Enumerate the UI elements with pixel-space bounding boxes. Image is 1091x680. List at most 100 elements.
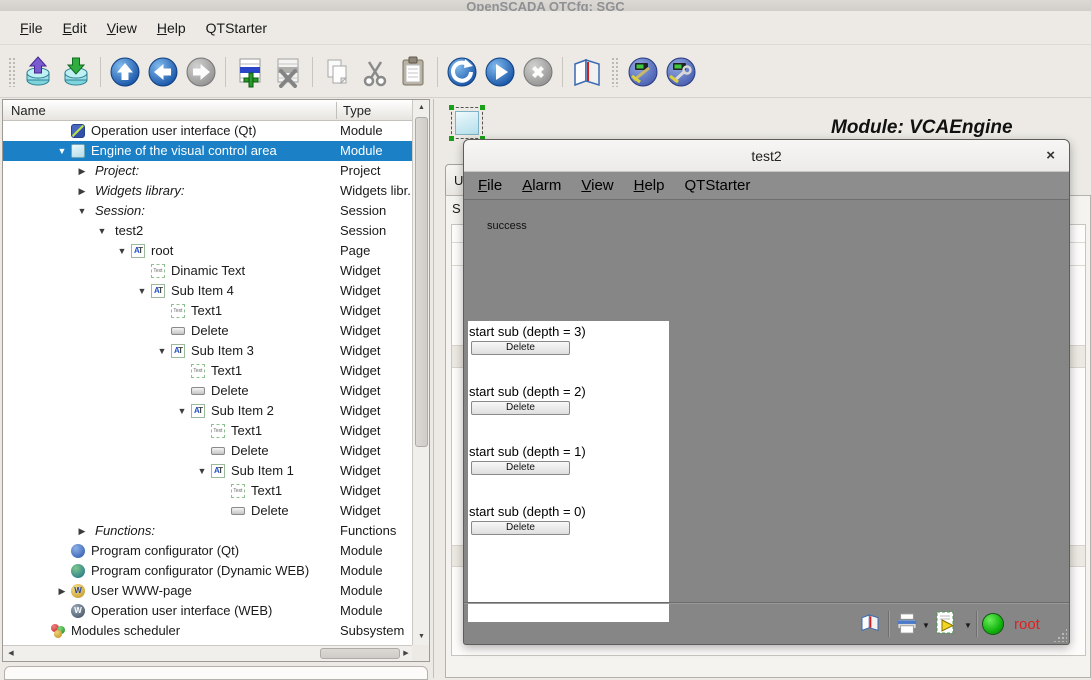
up-button[interactable] — [108, 55, 142, 89]
collapse-icon[interactable]: ▼ — [155, 341, 169, 361]
dialog-menu-file[interactable]: File — [468, 174, 512, 197]
dialog-menu-alarm[interactable]: Alarm — [512, 174, 571, 197]
next-button[interactable] — [184, 55, 218, 89]
tree-row-delete[interactable]: DeleteWidget — [3, 441, 413, 461]
delete-button[interactable]: Delete — [471, 401, 570, 415]
toolbar-drag-handle[interactable] — [8, 57, 15, 87]
tree-item-label: root — [151, 241, 173, 261]
toolbar-drag-handle[interactable] — [611, 57, 619, 87]
collapse-icon[interactable]: ▼ — [135, 281, 149, 301]
close-icon[interactable]: × — [1046, 147, 1055, 164]
manual-button[interactable] — [570, 55, 604, 89]
tree-row-delete[interactable]: DeleteWidget — [3, 381, 413, 401]
refresh-button[interactable] — [445, 55, 479, 89]
tree-item-label: Operation user interface (Qt) — [91, 121, 256, 141]
delete-item-button[interactable] — [271, 55, 305, 89]
main-menu-edit[interactable]: Edit — [53, 17, 97, 39]
export-dropdown-icon[interactable]: ▼ — [964, 621, 972, 630]
tree-horizontal-scrollbar[interactable]: ◀ ▶ — [3, 645, 414, 661]
tree-row-sub-item-2[interactable]: ▼ATSub Item 2Widget — [3, 401, 413, 421]
delete-button[interactable]: Delete — [471, 341, 570, 355]
resize-grip[interactable] — [1053, 628, 1067, 642]
dialog-menu-view[interactable]: View — [571, 174, 623, 197]
tree-row-session[interactable]: ▼Session:Session — [3, 201, 413, 221]
tree-row-dinamic-text[interactable]: TextDinamic TextWidget — [3, 261, 413, 281]
expand-icon[interactable]: ▶ — [75, 161, 89, 181]
main-menu-help[interactable]: Help — [147, 17, 196, 39]
expand-icon[interactable]: ▶ — [55, 581, 69, 601]
dialog-titlebar[interactable]: test2 × — [464, 140, 1069, 172]
delete-button[interactable]: Delete — [471, 521, 570, 535]
tree-row-test2[interactable]: ▼test2Session — [3, 221, 413, 241]
cut-item-button[interactable] — [358, 55, 392, 89]
start-button[interactable] — [483, 55, 517, 89]
print-dropdown-icon[interactable]: ▼ — [922, 621, 930, 630]
vscroll-thumb[interactable] — [415, 117, 428, 447]
user-button[interactable]: root — [1014, 616, 1040, 633]
tree-row-delete[interactable]: DeleteWidget — [3, 321, 413, 341]
tree-row-sub-item-1[interactable]: ▼ATSub Item 1Widget — [3, 461, 413, 481]
tree-row-text1[interactable]: TextText1Widget — [3, 421, 413, 441]
collapse-icon[interactable]: ▼ — [95, 221, 109, 241]
collapse-icon[interactable]: ▼ — [175, 401, 189, 421]
expand-icon[interactable]: ▶ — [75, 181, 89, 201]
tree-row-program-configurator-dynamic-web[interactable]: Program configurator (Dynamic WEB)Module — [3, 561, 413, 581]
main-toolbar — [0, 46, 1091, 98]
scroll-up-icon[interactable]: ▲ — [414, 101, 429, 115]
export-icon[interactable] — [934, 611, 958, 640]
selection-handle[interactable] — [449, 136, 454, 141]
tree-row-text1[interactable]: TextText1Widget — [3, 301, 413, 321]
main-menu-view[interactable]: View — [97, 17, 147, 39]
column-separator[interactable] — [336, 102, 337, 119]
main-menu-file[interactable]: File — [10, 17, 53, 39]
tree-row-project[interactable]: ▶Project:Project — [3, 161, 413, 181]
tree-row-modules-scheduler[interactable]: Modules schedulerSubsystem — [3, 621, 413, 641]
print-icon[interactable] — [896, 613, 918, 639]
tree-row-root[interactable]: ▼ATrootPage — [3, 241, 413, 261]
collapse-icon[interactable]: ▼ — [75, 201, 89, 221]
tree-vertical-scrollbar[interactable]: ▲ ▼ — [412, 100, 429, 645]
tree-row-text1[interactable]: TextText1Widget — [3, 361, 413, 381]
qtstarter-tools-icon[interactable] — [664, 55, 698, 89]
save-to-db-button[interactable] — [59, 55, 93, 89]
tree-header[interactable]: Name Type — [3, 100, 413, 121]
delete-button[interactable]: Delete — [471, 461, 570, 475]
collapse-icon[interactable]: ▼ — [55, 141, 69, 161]
manual-icon[interactable] — [860, 613, 880, 636]
expand-icon[interactable]: ▶ — [75, 521, 89, 541]
dialog-menu-help[interactable]: Help — [624, 174, 675, 197]
tree-row-functions[interactable]: ▶Functions:Functions — [3, 521, 413, 541]
qtstarter-config-icon[interactable] — [626, 55, 660, 89]
tree-row-widgets-library[interactable]: ▶Widgets library:Widgets libr. — [3, 181, 413, 201]
collapse-icon[interactable]: ▼ — [115, 241, 129, 261]
module-cube-icon[interactable] — [451, 107, 483, 139]
stop-button[interactable] — [521, 55, 555, 89]
main-menu-qtstarter[interactable]: QTStarter — [196, 17, 277, 39]
copy-item-button[interactable] — [320, 55, 354, 89]
tree-row-sub-item-3[interactable]: ▼ATSub Item 3Widget — [3, 341, 413, 361]
tree-row-operation-user-interface-qt[interactable]: Operation user interface (Qt)Module — [3, 121, 413, 141]
tree-item-label: Delete — [211, 381, 249, 401]
scroll-down-icon[interactable]: ▼ — [414, 630, 429, 644]
tree-row-operation-user-interface-web[interactable]: WOperation user interface (WEB)Module — [3, 601, 413, 621]
selection-handle[interactable] — [449, 105, 454, 110]
hscroll-thumb[interactable] — [320, 648, 400, 659]
tree-row-user-www-page[interactable]: ▶WUser WWW-pageModule — [3, 581, 413, 601]
tree-item-type: Widget — [340, 461, 380, 481]
collapse-icon[interactable]: ▼ — [195, 461, 209, 481]
previous-button[interactable] — [146, 55, 180, 89]
add-item-button[interactable] — [233, 55, 267, 89]
paste-item-button[interactable] — [396, 55, 430, 89]
test2-dialog: test2 × FileAlarmViewHelpQTStarter succe… — [463, 139, 1070, 645]
selection-handle[interactable] — [480, 105, 485, 110]
load-from-db-button[interactable] — [21, 55, 55, 89]
scroll-right-icon[interactable]: ▶ — [399, 647, 413, 660]
tree-row-program-configurator-qt[interactable]: Program configurator (Qt)Module — [3, 541, 413, 561]
tree-row-delete[interactable]: DeleteWidget — [3, 501, 413, 521]
tree-row-sub-item-4[interactable]: ▼ATSub Item 4Widget — [3, 281, 413, 301]
scroll-left-icon[interactable]: ◀ — [4, 647, 18, 660]
tree-row-text1[interactable]: TextText1Widget — [3, 481, 413, 501]
tree-item-type: Project — [340, 161, 380, 181]
dialog-menu-qtstarter[interactable]: QTStarter — [675, 174, 761, 197]
tree-row-engine-of-the-visual-control-area[interactable]: ▼Engine of the visual control areaModule — [3, 141, 413, 161]
